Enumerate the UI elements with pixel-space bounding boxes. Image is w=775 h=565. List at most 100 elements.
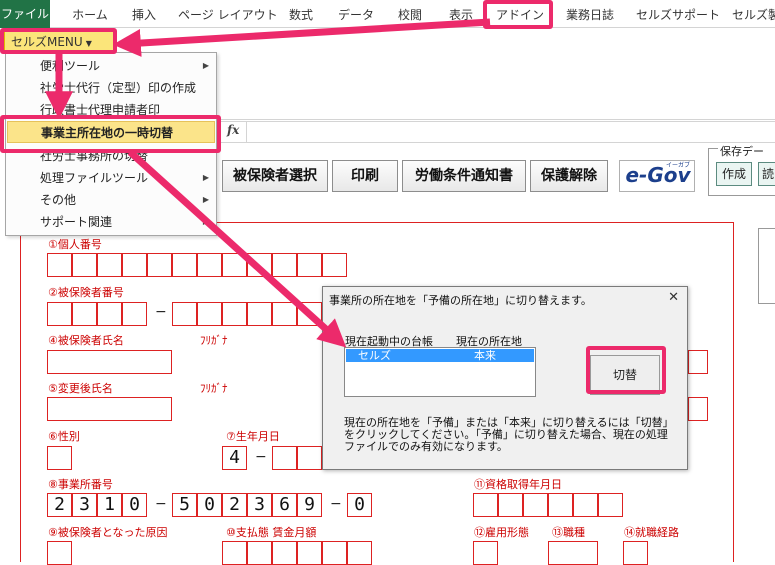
egov-button[interactable]: e-Gov イーガブ bbox=[619, 160, 695, 192]
menu-item-other[interactable]: その他 ▶ bbox=[7, 189, 215, 211]
formula-input[interactable] bbox=[246, 122, 775, 142]
menu-item-sharoushi-seal[interactable]: 社労士代行（定型）印の作成 bbox=[7, 77, 215, 99]
tab-file[interactable]: ファイル bbox=[0, 0, 50, 28]
insured-no-cell[interactable] bbox=[272, 302, 297, 326]
changed-name-field[interactable] bbox=[47, 397, 172, 421]
furigana-field-edge[interactable] bbox=[688, 350, 708, 374]
acquisition-cell[interactable] bbox=[598, 493, 623, 517]
acquisition-cell[interactable] bbox=[523, 493, 548, 517]
wage-cell[interactable] bbox=[347, 541, 372, 565]
office-no-cell[interactable]: 0 bbox=[122, 493, 147, 517]
insured-name-field[interactable] bbox=[47, 350, 172, 374]
insured-no-cell[interactable] bbox=[97, 302, 122, 326]
tab-cels-product[interactable]: セルズ製 bbox=[732, 4, 775, 26]
tab-view[interactable]: 表示 bbox=[446, 4, 476, 26]
individual-no-cell[interactable] bbox=[147, 253, 172, 277]
menu-item-gyoseishoshi-seal[interactable]: 行政書士代理申請者印 bbox=[7, 99, 215, 121]
route-field[interactable] bbox=[623, 541, 648, 565]
menu-item-support[interactable]: サポート関連 ▶ bbox=[7, 211, 215, 233]
birth-cell[interactable] bbox=[297, 446, 322, 470]
birth-era-field[interactable]: 4 bbox=[222, 446, 247, 470]
menu-item-file-tools[interactable]: 処理ファイルツール ▶ bbox=[7, 167, 215, 189]
insured-no-cell[interactable] bbox=[47, 302, 72, 326]
acquisition-cell[interactable] bbox=[498, 493, 523, 517]
close-icon[interactable]: ✕ bbox=[668, 290, 679, 305]
insured-no-cell[interactable] bbox=[197, 302, 222, 326]
chevron-down-icon: ▼ bbox=[85, 39, 92, 48]
chevron-right-icon: ▶ bbox=[202, 195, 209, 204]
insured-no-cell[interactable] bbox=[297, 302, 322, 326]
menu-item-convenience-tools[interactable]: 便利ツール ▶ bbox=[7, 55, 215, 77]
tab-data[interactable]: データ bbox=[338, 4, 374, 26]
acquisition-cell[interactable] bbox=[573, 493, 598, 517]
tab-formulas[interactable]: 数式 bbox=[285, 4, 317, 26]
job-field[interactable] bbox=[548, 541, 598, 565]
employment-field[interactable] bbox=[473, 541, 498, 565]
labor-notice-button[interactable]: 労働条件通知書 bbox=[402, 160, 526, 192]
individual-no-cell[interactable] bbox=[172, 253, 197, 277]
tab-insert[interactable]: 挿入 bbox=[128, 4, 160, 26]
office-no-cell[interactable]: 3 bbox=[247, 493, 272, 517]
switch-button[interactable]: 切替 bbox=[590, 355, 660, 395]
create-button[interactable]: 作成 bbox=[716, 162, 752, 186]
individual-no-cell[interactable] bbox=[197, 253, 222, 277]
individual-no-cell[interactable] bbox=[247, 253, 272, 277]
menu-item-label: 社労士事務所の切替 bbox=[40, 149, 149, 163]
tab-addin[interactable]: アドイン bbox=[492, 4, 548, 26]
tab-home[interactable]: ホーム bbox=[70, 4, 110, 26]
sex-field[interactable] bbox=[47, 446, 72, 470]
office-no-cell[interactable]: 1 bbox=[97, 493, 122, 517]
office-no-cell[interactable]: 2 bbox=[47, 493, 72, 517]
insured-name-label: ④被保険者氏名 bbox=[48, 334, 124, 347]
individual-no-cell[interactable] bbox=[122, 253, 147, 277]
individual-no-cell[interactable] bbox=[72, 253, 97, 277]
insured-no-cell[interactable] bbox=[122, 302, 147, 326]
cause-field[interactable] bbox=[47, 541, 72, 565]
insured-no-label: ②被保険者番号 bbox=[48, 286, 124, 299]
read-button[interactable]: 読 bbox=[758, 162, 775, 186]
individual-no-cell[interactable] bbox=[272, 253, 297, 277]
office-no-cell[interactable]: 0 bbox=[197, 493, 222, 517]
wage-cell[interactable] bbox=[272, 541, 297, 565]
wage-cell[interactable] bbox=[247, 541, 272, 565]
celsmenu-button[interactable]: セルズMENU ▼ bbox=[4, 31, 114, 51]
insured-no-cell[interactable] bbox=[72, 302, 97, 326]
unprotect-button[interactable]: 保護解除 bbox=[530, 160, 608, 192]
acquisition-cell[interactable] bbox=[473, 493, 498, 517]
insured-no-cell[interactable] bbox=[247, 302, 272, 326]
tab-page-layout[interactable]: ページ レイアウト bbox=[178, 4, 278, 26]
insured-no-cell[interactable] bbox=[172, 302, 197, 326]
menu-item-address-switch[interactable]: 事業主所在地の一時切替 bbox=[7, 121, 215, 143]
print-button[interactable]: 印刷 bbox=[332, 160, 398, 192]
office-no-cell[interactable]: 0 bbox=[347, 493, 372, 517]
office-no-cell[interactable]: 5 bbox=[172, 493, 197, 517]
office-no-cell[interactable]: 6 bbox=[272, 493, 297, 517]
insured-no-cell[interactable] bbox=[222, 302, 247, 326]
ledger-list[interactable]: セルズ 本来 bbox=[344, 347, 536, 397]
tab-cels-support[interactable]: セルズサポート bbox=[636, 4, 720, 26]
furigana2-field-edge[interactable] bbox=[688, 397, 708, 421]
celsmenu-label: セルズMENU bbox=[11, 35, 83, 49]
menu-item-label: 便利ツール bbox=[40, 59, 101, 73]
acquisition-cell[interactable] bbox=[548, 493, 573, 517]
office-no-cell[interactable]: 3 bbox=[72, 493, 97, 517]
individual-no-cell[interactable] bbox=[97, 253, 122, 277]
wage-cell[interactable] bbox=[297, 541, 322, 565]
tab-business-log[interactable]: 業務日誌 bbox=[562, 4, 618, 26]
individual-no-cell[interactable] bbox=[297, 253, 322, 277]
individual-no-cell[interactable] bbox=[322, 253, 347, 277]
office-no-cell[interactable]: 9 bbox=[297, 493, 322, 517]
list-item[interactable]: セルズ 本来 bbox=[346, 349, 534, 362]
fx-icon[interactable]: fx bbox=[227, 123, 239, 137]
wage-cell[interactable] bbox=[222, 541, 247, 565]
tab-review[interactable]: 校閲 bbox=[395, 4, 425, 26]
insured-select-button[interactable]: 被保険者選択 bbox=[222, 160, 328, 192]
individual-no-cell[interactable] bbox=[222, 253, 247, 277]
wage-cell[interactable] bbox=[322, 541, 347, 565]
side-option-group bbox=[758, 228, 775, 304]
birth-cell[interactable] bbox=[272, 446, 297, 470]
menu-item-office-switch[interactable]: 社労士事務所の切替 bbox=[7, 145, 215, 167]
individual-no-cell[interactable] bbox=[47, 253, 72, 277]
menu-item-label: 社労士代行（定型）印の作成 bbox=[40, 81, 197, 95]
office-no-cell[interactable]: 2 bbox=[222, 493, 247, 517]
